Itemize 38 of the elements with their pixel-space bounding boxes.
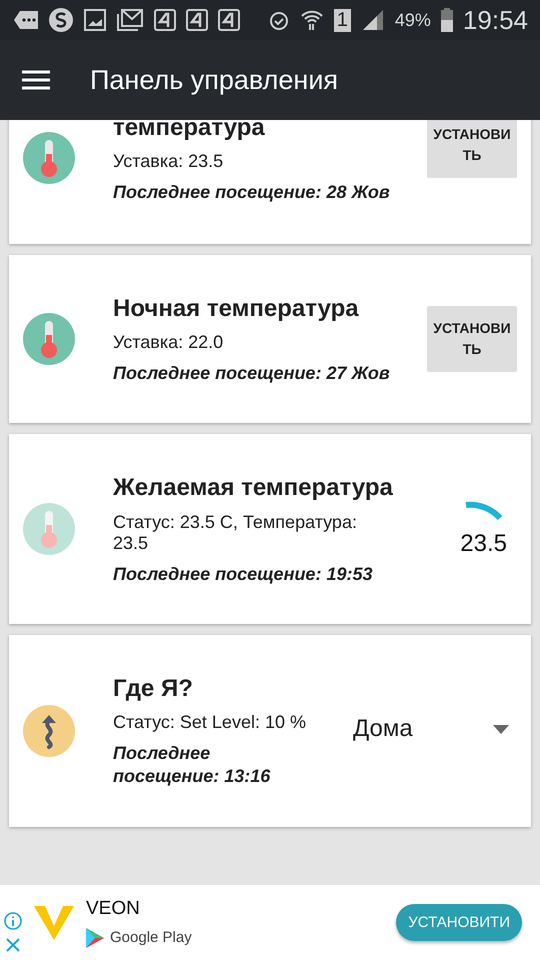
clock-time: 19:54 — [462, 4, 528, 36]
sim-slot-label: 1 — [334, 8, 351, 32]
last-visit-text: Последнее посещение: 19:53 — [113, 562, 374, 586]
dropdown-caret-icon — [493, 724, 509, 734]
v-logo-icon — [34, 906, 74, 940]
tag-icon — [14, 11, 38, 29]
app-square-icon — [218, 9, 240, 31]
close-icon — [4, 936, 22, 954]
card-title: температура — [113, 120, 266, 143]
play-triangle-icon — [86, 928, 104, 948]
last-visit-text: Последнее посещение: 28 Жов — [113, 180, 391, 204]
dropdown-value[interactable]: Дома — [353, 715, 413, 744]
store-name: Google Play — [110, 929, 192, 946]
card-title: Желаемая температура — [113, 473, 393, 504]
card-status: Уставка: 22.0 — [113, 332, 224, 354]
card-status: Уставка: 23.5 — [113, 151, 224, 173]
app-square-icon — [154, 9, 176, 31]
ad-app-name: VEON — [86, 898, 141, 920]
card-status: Статус: 23.5 C, Температура: 23.5 — [113, 512, 358, 555]
set-button[interactable]: УСТАНОВИТЬ — [427, 120, 517, 178]
battery-icon — [440, 8, 453, 32]
mail-icon — [116, 9, 144, 31]
last-visit-text: Последнее посещение: 27 Жов — [113, 362, 391, 385]
app-square-icon — [186, 9, 208, 31]
set-button[interactable]: УСТАНОВИТЬ — [427, 306, 517, 372]
card-title: Где Я? — [113, 674, 194, 704]
battery-percentage: 49% — [394, 10, 431, 30]
gauge-reading: 23.5 — [460, 530, 507, 558]
card-title: Ночная температура — [113, 294, 360, 324]
image-icon — [84, 9, 106, 31]
last-visit-text: Последнее посещение: 13:16 — [113, 742, 272, 788]
info-icon — [4, 912, 22, 930]
app-bar-title: Панель управления — [90, 64, 338, 96]
gauge-arc-icon — [464, 500, 504, 522]
menu-icon[interactable] — [22, 70, 50, 90]
signal-icon — [360, 8, 385, 32]
wifi-icon — [300, 8, 324, 32]
card-status: Статус: Set Level: 10 % — [113, 712, 307, 734]
